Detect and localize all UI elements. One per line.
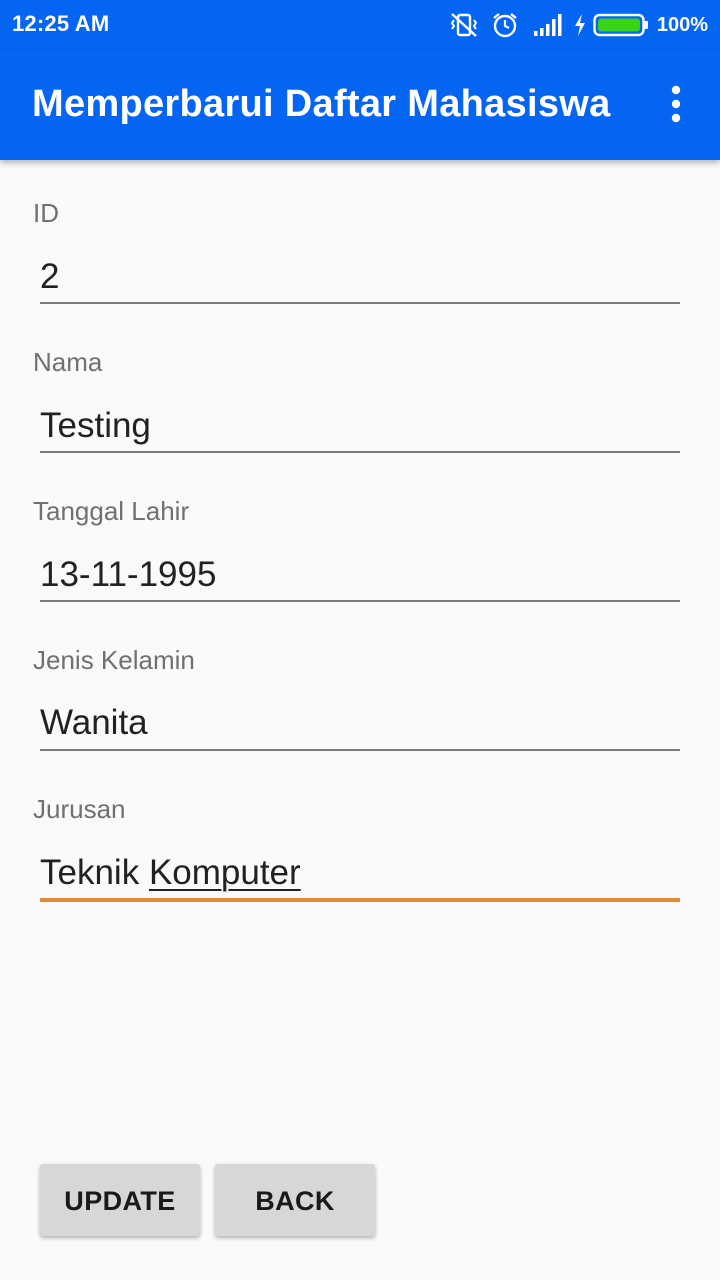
status-icons: 100% bbox=[449, 9, 708, 41]
tanggal-lahir-label: Tanggal Lahir bbox=[33, 496, 190, 526]
app-bar: Memperbarui Daftar Mahasiswa bbox=[0, 50, 720, 160]
tanggal-lahir-input[interactable]: 13-11-1995 bbox=[40, 555, 680, 595]
jurusan-label: Jurusan bbox=[33, 794, 126, 824]
jenis-kelamin-input[interactable]: Wanita bbox=[40, 703, 680, 743]
more-vert-icon bbox=[652, 80, 700, 128]
signal-icon bbox=[533, 13, 563, 37]
update-button[interactable]: UPDATE bbox=[40, 1164, 200, 1236]
more-options-button[interactable] bbox=[652, 80, 700, 128]
jurusan-value-part1: Teknik bbox=[40, 853, 149, 892]
jenis-kelamin-underline bbox=[40, 749, 680, 751]
id-label: ID bbox=[33, 198, 59, 228]
jurusan-underline-focused bbox=[40, 898, 680, 902]
vibrate-icon bbox=[449, 11, 479, 39]
nama-label: Nama bbox=[33, 347, 103, 377]
jenis-kelamin-label: Jenis Kelamin bbox=[33, 645, 195, 675]
tanggal-lahir-underline bbox=[40, 600, 680, 602]
page-title: Memperbarui Daftar Mahasiswa bbox=[32, 83, 611, 125]
alarm-icon bbox=[491, 11, 519, 39]
nama-input[interactable]: Testing bbox=[40, 406, 680, 446]
back-button[interactable]: BACK bbox=[215, 1164, 375, 1236]
battery-icon bbox=[593, 13, 649, 37]
id-input[interactable]: 2 bbox=[40, 257, 680, 297]
jurusan-value-part2: Komputer bbox=[148, 853, 301, 892]
jurusan-input[interactable]: Teknik Komputer bbox=[40, 853, 680, 893]
battery-percent: 100% bbox=[656, 13, 708, 36]
status-bar: 12:25 AM 100% bbox=[0, 0, 720, 50]
nama-underline bbox=[40, 451, 680, 453]
status-time: 12:25 AM bbox=[12, 11, 110, 36]
id-underline bbox=[40, 302, 680, 304]
charging-icon bbox=[573, 13, 587, 37]
